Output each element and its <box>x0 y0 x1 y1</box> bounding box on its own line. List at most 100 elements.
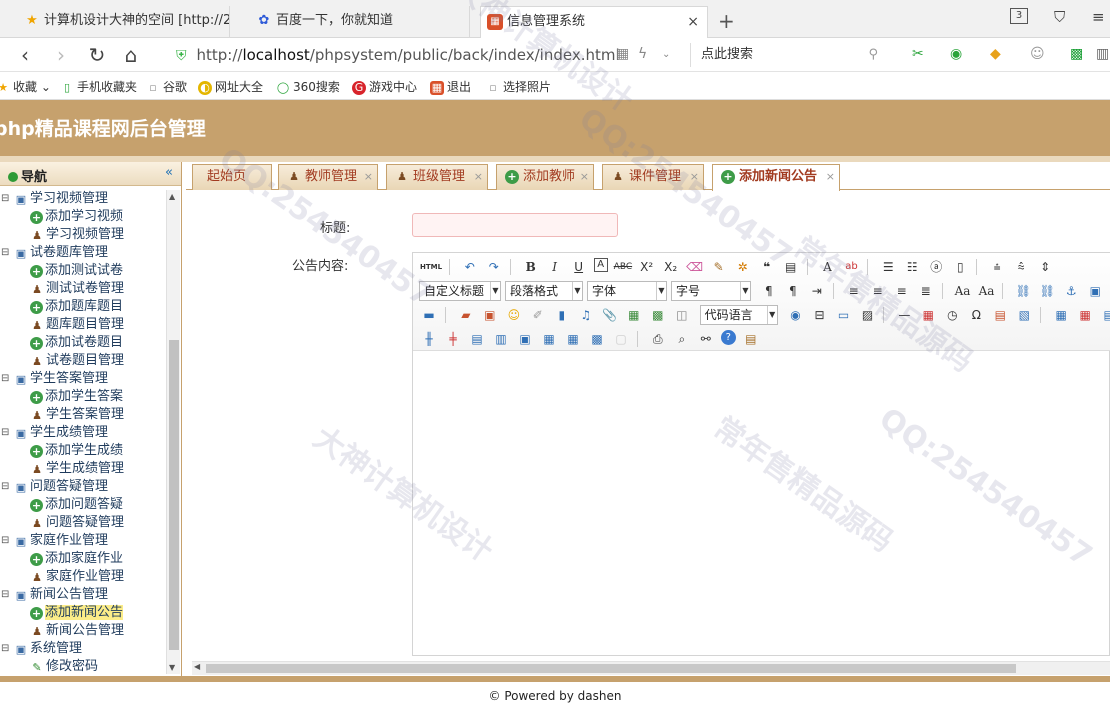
preview-icon[interactable]: ⌕ <box>673 330 691 348</box>
nav-group[interactable]: ⊟ ▣ 学生答案管理 <box>0 370 166 388</box>
shirt-icon[interactable]: ⛉ <box>1054 8 1065 26</box>
nav-item[interactable]: ♟ 新闻公告管理 <box>0 622 166 640</box>
nav-group[interactable]: ⊟ ▣ 新闻公告管理 <box>0 586 166 604</box>
superscript-icon[interactable]: X² <box>638 258 656 276</box>
scroll-left-icon[interactable]: ◀ <box>194 662 200 671</box>
nav-item[interactable]: ♟ 学习视频管理 <box>0 226 166 244</box>
nav-group[interactable]: ⊟ ▣ 家庭作业管理 <box>0 532 166 550</box>
search-replace-icon[interactable]: ▧ <box>1015 306 1033 324</box>
lightning-icon[interactable]: ϟ <box>638 46 647 62</box>
page-tab[interactable]: ♟ 课件管理 × <box>602 164 704 190</box>
chevron-down-icon[interactable]: ⌄ <box>662 49 670 60</box>
browser-tab-baidu[interactable]: ✿ 百度一下，你就知道 <box>250 6 470 38</box>
menu-icon[interactable]: ≡ <box>1092 8 1105 26</box>
nav-item[interactable]: + 添加家庭作业 <box>0 550 166 568</box>
grid-icon[interactable]: ▥ <box>1096 46 1109 62</box>
hscrollbar-thumb[interactable] <box>206 664 1016 673</box>
font-color-icon[interactable]: A <box>818 258 836 276</box>
sidebar-scrollbar[interactable]: ▲ ▼ <box>166 190 180 674</box>
page-tab[interactable]: + 添加教师 × <box>496 164 594 190</box>
unlink-icon[interactable]: ⛓ <box>1038 282 1056 300</box>
date-icon[interactable]: ▦ <box>919 306 937 324</box>
horizontal-rule-icon[interactable]: — <box>895 306 913 324</box>
print-icon[interactable]: ⎙ <box>649 330 667 348</box>
highlight-icon[interactable]: ab <box>842 258 860 276</box>
bold-icon[interactable]: B <box>522 258 540 276</box>
template-icon[interactable]: ⊟ <box>810 306 828 324</box>
italic-icon[interactable]: I <box>546 258 564 276</box>
video-icon[interactable]: ▮ <box>553 306 571 324</box>
insert-table-icon[interactable]: ▦ <box>1052 306 1070 324</box>
page-tab[interactable]: ♟ 班级管理 × <box>386 164 488 190</box>
iframe-icon[interactable]: ◫ <box>673 306 691 324</box>
bookmark-photos[interactable]: ▫ 选择照片 <box>486 78 551 95</box>
strikethrough-icon[interactable]: ABC <box>614 258 632 276</box>
bookmark-games[interactable]: G 游戏中心 <box>352 78 417 95</box>
browser-tab-space[interactable]: ★ 计算机设计大神的空间 [http://2( <box>18 6 230 38</box>
clear-doc-icon[interactable]: ▯ <box>951 258 969 276</box>
browser-tab-active[interactable]: ▦ 信息管理系统 × <box>480 6 708 38</box>
page-tab[interactable]: 起始页 <box>192 164 272 190</box>
image-float-icon[interactable]: ▣ <box>1086 282 1104 300</box>
page-tab[interactable]: ♟ 教师管理 × <box>278 164 378 190</box>
google-map-icon[interactable]: ▩ <box>649 306 667 324</box>
font-select[interactable]: 字体 ▼ <box>587 281 667 301</box>
insert-col-icon[interactable]: ▤ <box>468 330 486 348</box>
nav-group[interactable]: ⊟ ▣ 学习视频管理 <box>0 190 166 208</box>
wordimage-icon[interactable]: ▨ <box>858 306 876 324</box>
font-size-select[interactable]: 字号 ▼ <box>671 281 751 301</box>
nav-item[interactable]: + 添加问题答疑 <box>0 496 166 514</box>
bookmark-mobile[interactable]: ▯ 手机收藏夹 <box>60 78 137 95</box>
collapse-icon[interactable]: « <box>165 165 173 180</box>
close-icon[interactable]: × <box>364 165 373 189</box>
collapse-toggle-icon[interactable]: ⊟ <box>1 244 9 262</box>
row-spacing-top-icon[interactable]: ⩮ <box>988 258 1006 276</box>
align-left-icon[interactable]: ≡ <box>845 282 863 300</box>
nav-group[interactable]: ⊟ ▣ 系统管理 <box>0 640 166 658</box>
split-rows-icon[interactable]: ▢ <box>612 330 630 348</box>
collapse-toggle-icon[interactable]: ⊟ <box>1 190 9 208</box>
collapse-toggle-icon[interactable]: ⊟ <box>1 586 9 604</box>
rtl-icon[interactable]: ¶ <box>784 282 802 300</box>
merge-down-icon[interactable]: ▦ <box>564 330 582 348</box>
nav-item[interactable]: + 添加试卷题目 <box>0 334 166 352</box>
search-input[interactable]: 点此搜索 ⚲ <box>690 43 886 67</box>
reload-icon[interactable]: ↻ <box>84 42 110 68</box>
row-spacing-bottom-icon[interactable]: ⩯ <box>1012 258 1030 276</box>
nav-item[interactable]: ♟ 家庭作业管理 <box>0 568 166 586</box>
link-icon[interactable]: ⛓ <box>1014 282 1032 300</box>
insert-paragraph-icon[interactable]: ▤ <box>1100 306 1110 324</box>
apps-icon[interactable]: ▩ <box>1070 46 1083 62</box>
scrollbar-thumb[interactable] <box>169 340 179 650</box>
scroll-down-icon[interactable]: ▼ <box>169 663 175 672</box>
bookmark-exit[interactable]: ▦ 退出 <box>430 78 471 95</box>
page-tab[interactable]: + 添加新闻公告 × <box>712 164 840 191</box>
html-source-icon[interactable]: HTML <box>420 258 442 276</box>
close-icon[interactable]: × <box>690 165 699 189</box>
close-icon[interactable]: × <box>474 165 483 189</box>
indent-icon[interactable]: ⇥ <box>808 282 826 300</box>
nav-item[interactable]: + 添加题库题目 <box>0 298 166 316</box>
nav-item[interactable]: ♟ 测试试卷管理 <box>0 280 166 298</box>
delete-table-icon[interactable]: ▦ <box>1076 306 1094 324</box>
redo-icon[interactable]: ↷ <box>485 258 503 276</box>
merge-right-icon[interactable]: ▦ <box>540 330 558 348</box>
bookmark-google[interactable]: ▫ 谷歌 <box>146 78 187 95</box>
collapse-toggle-icon[interactable]: ⊟ <box>1 478 9 496</box>
collapse-toggle-icon[interactable]: ⊟ <box>1 424 9 442</box>
snapscreen-icon[interactable]: ▤ <box>991 306 1009 324</box>
bookmark-360[interactable]: ◯ 360搜索 <box>276 78 340 95</box>
delete-col-icon[interactable]: ▥ <box>492 330 510 348</box>
image-center-icon[interactable]: ▬ <box>420 306 438 324</box>
nav-group[interactable]: ⊟ ▣ 试卷题库管理 <box>0 244 166 262</box>
align-center-icon[interactable]: ≡ <box>869 282 887 300</box>
image-icon[interactable]: ☺ <box>1030 46 1045 62</box>
ltr-icon[interactable]: ¶ <box>760 282 778 300</box>
ordered-list-icon[interactable]: ☰ <box>879 258 897 276</box>
close-icon[interactable]: × <box>580 165 589 189</box>
new-tab-button[interactable]: + <box>718 6 735 36</box>
collapse-toggle-icon[interactable]: ⊟ <box>1 640 9 658</box>
collapse-toggle-icon[interactable]: ⊟ <box>1 532 9 550</box>
forward-icon[interactable]: › <box>48 42 74 68</box>
align-justify-icon[interactable]: ≣ <box>917 282 935 300</box>
